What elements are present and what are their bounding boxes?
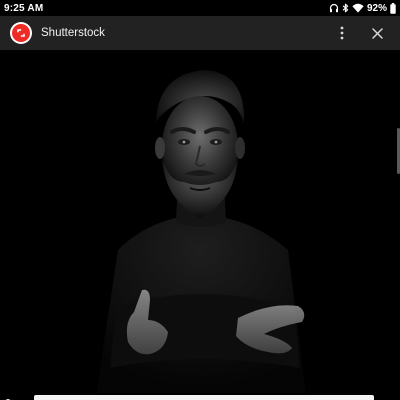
status-time: 9:25 AM (4, 2, 44, 14)
app-title: Shutterstock (41, 27, 105, 39)
bluetooth-icon (342, 3, 349, 13)
clipboard-icon[interactable] (2, 394, 14, 400)
close-icon (371, 27, 383, 39)
screen: 9:25 AM 92% Shutterstock (0, 0, 400, 400)
more-options-button[interactable] (332, 16, 352, 50)
more-vert-icon (340, 26, 344, 40)
app-bar: Shutterstock (0, 16, 400, 50)
shutterstock-logo-icon (10, 22, 32, 44)
battery-icon (390, 2, 396, 14)
close-button[interactable] (366, 16, 388, 50)
app-actions (332, 16, 400, 50)
photo-image[interactable] (0, 50, 400, 396)
wifi-icon (352, 3, 364, 13)
bottom-sheet-bar[interactable] (34, 395, 374, 400)
status-icons: 92% (329, 2, 396, 14)
headphones-icon (329, 3, 339, 13)
status-bar: 9:25 AM 92% (0, 0, 400, 16)
battery-percent: 92% (366, 2, 387, 14)
